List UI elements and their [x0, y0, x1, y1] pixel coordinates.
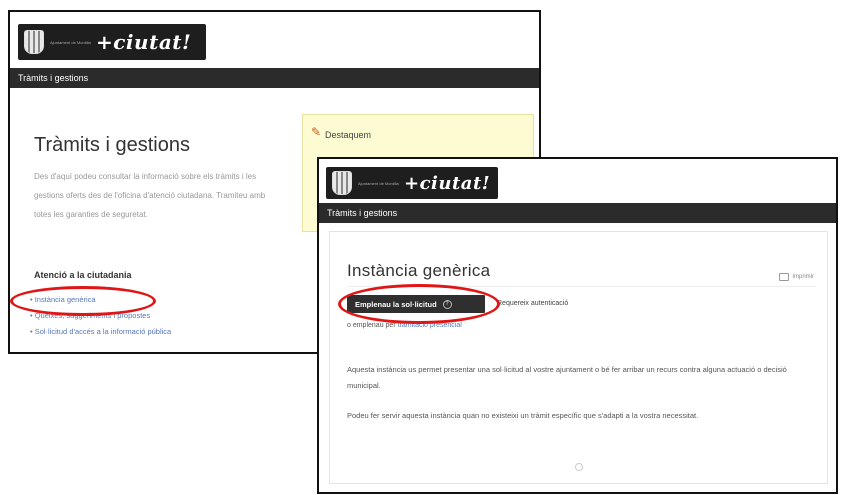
section-heading: Atenció a la ciutadania: [34, 270, 132, 280]
description-paragraph-2: Podeu fer servir aquesta instància quan …: [347, 411, 699, 420]
logo-script-text: +ciutat!: [96, 30, 192, 54]
help-icon[interactable]: ?: [442, 299, 452, 309]
page-description: Des d'aquí podeu consultar la informació…: [34, 172, 266, 219]
highlight-label: Destaquem: [325, 130, 372, 140]
logo-script-text: +ciutat!: [404, 172, 491, 194]
alternative-prefix: o emplenau per: [347, 322, 396, 329]
link-instancia-generica[interactable]: Instància genèrica: [30, 292, 171, 308]
link-acces-informacio[interactable]: Sol·licitud d'accés a la informació públ…: [30, 324, 172, 340]
crest-icon: [24, 30, 44, 54]
page-title: Tràmits i gestions: [34, 134, 190, 156]
site-logo[interactable]: Ajuntament de Montilla +ciutat!: [326, 167, 498, 199]
start-button-label: Emplenau la sol·licitud: [355, 299, 437, 309]
link-queixes-suggeriments[interactable]: Queixes, suggeriments i propostes: [30, 308, 171, 324]
print-button[interactable]: Imprimir: [779, 273, 814, 281]
nav-item-tramits[interactable]: Tràmits i gestions: [18, 73, 88, 83]
nav-item-tramits[interactable]: Tràmits i gestions: [327, 208, 397, 218]
logo-city-name: Ajuntament de Montilla: [50, 39, 91, 45]
nav-bar: Tràmits i gestions: [10, 68, 539, 88]
print-label: Imprimir: [792, 274, 814, 280]
auth-required-note: Requereix autenticació: [497, 300, 569, 307]
procedure-link-list: Instància genèrica Queixes, suggeriments…: [30, 292, 172, 340]
pin-icon: ✎: [311, 125, 322, 139]
title-divider: [347, 286, 816, 287]
start-application-button[interactable]: Emplenau la sol·licitud ?: [347, 295, 485, 313]
page-window-instancia: Ajuntament de Montilla +ciutat! Tràmits …: [317, 157, 838, 494]
header: Ajuntament de Montilla +ciutat!: [10, 12, 539, 68]
logo-city-name: Ajuntament de Montilla: [358, 180, 399, 186]
page-title: Instància genèrica: [347, 261, 491, 280]
loading-indicator: [575, 463, 583, 471]
presencial-link[interactable]: tramitació presencial: [398, 322, 462, 329]
alternative-option: o emplenau per tramitació presencial: [347, 322, 462, 329]
site-logo[interactable]: Ajuntament de Montilla +ciutat!: [18, 24, 206, 60]
description-paragraph-1: Aquesta instància us permet presentar un…: [347, 365, 787, 390]
print-icon: [779, 273, 790, 281]
nav-bar: Tràmits i gestions: [319, 203, 836, 223]
crest-icon: [332, 171, 352, 195]
